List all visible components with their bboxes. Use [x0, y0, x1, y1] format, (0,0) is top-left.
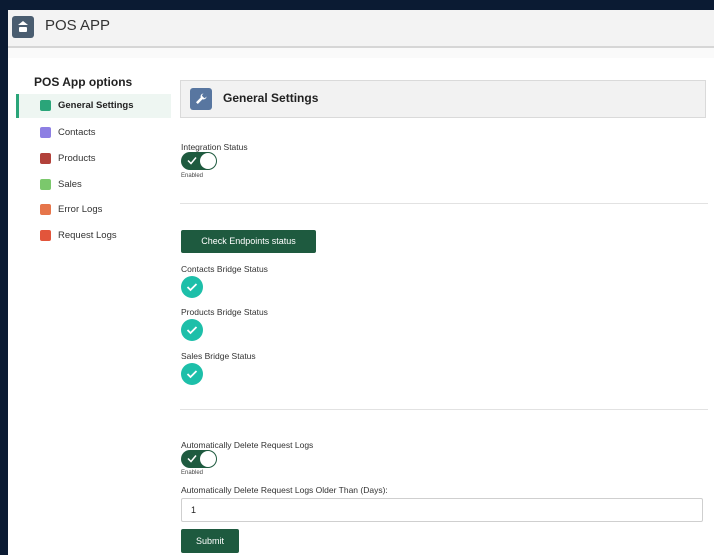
submit-button[interactable]: Submit	[181, 529, 239, 553]
contact-icon	[40, 127, 51, 138]
check-icon	[187, 157, 197, 165]
request-log-icon	[40, 230, 51, 241]
check-endpoints-button[interactable]: Check Endpoints status	[181, 230, 316, 253]
products-bridge-status-label: Products Bridge Status	[181, 307, 268, 317]
integration-status-toggle[interactable]	[181, 152, 217, 170]
older-than-label: Automatically Delete Request Logs Older …	[181, 485, 388, 495]
older-than-days-value: 1	[191, 505, 197, 515]
sales-bridge-status-icon	[181, 363, 203, 385]
toggle-knob	[200, 451, 216, 467]
integration-status-state: Enabled	[181, 173, 204, 179]
divider	[180, 203, 708, 204]
check-icon	[187, 455, 197, 463]
error-log-icon	[40, 204, 51, 215]
sidebar: POS App options General Settings Contact…	[8, 70, 171, 555]
sidebar-item-general-settings[interactable]: General Settings	[16, 94, 171, 118]
sidebar-title: POS App options	[34, 75, 133, 89]
contacts-bridge-status-icon	[181, 276, 203, 298]
check-icon	[186, 370, 198, 379]
auto-delete-label: Automatically Delete Request Logs	[181, 440, 314, 450]
sales-bridge-status-label: Sales Bridge Status	[181, 351, 256, 361]
product-icon	[40, 153, 51, 164]
wrench-icon	[40, 100, 51, 111]
sidebar-item-products[interactable]: Products	[16, 147, 168, 171]
integration-status-label: Integration Status	[181, 142, 248, 152]
divider	[180, 409, 708, 410]
sidebar-item-request-logs[interactable]: Request Logs	[16, 224, 168, 248]
sidebar-item-label: Sales	[58, 179, 82, 190]
title-bar: POS APP	[8, 10, 714, 48]
page-title: General Settings	[223, 91, 319, 105]
sidebar-item-label: Products	[58, 153, 96, 164]
app-title: POS APP	[45, 17, 111, 34]
sidebar-item-contacts[interactable]: Contacts	[16, 121, 168, 145]
app-logo-icon	[12, 16, 34, 38]
sidebar-item-label: Request Logs	[58, 230, 117, 241]
toggle-knob	[200, 153, 216, 169]
title-strip	[8, 48, 714, 58]
sidebar-item-label: Error Logs	[58, 204, 103, 215]
products-bridge-status-icon	[181, 319, 203, 341]
sidebar-item-sales[interactable]: Sales	[16, 173, 168, 197]
auto-delete-state: Enabled	[181, 470, 204, 476]
contacts-bridge-status-label: Contacts Bridge Status	[181, 264, 268, 274]
section-header: General Settings	[180, 80, 706, 118]
wrench-icon	[190, 88, 212, 110]
check-icon	[186, 326, 198, 335]
app-window: POS APP POS App options General Settings…	[8, 10, 714, 555]
auto-delete-toggle[interactable]	[181, 450, 217, 468]
main-content: General Settings Integration Status Enab…	[180, 70, 708, 555]
sidebar-item-label: Contacts	[58, 127, 96, 138]
sidebar-item-label: General Settings	[58, 100, 134, 111]
older-than-days-input[interactable]: 1	[181, 498, 703, 522]
sales-icon	[40, 179, 51, 190]
sidebar-item-error-logs[interactable]: Error Logs	[16, 198, 168, 222]
check-icon	[186, 283, 198, 292]
